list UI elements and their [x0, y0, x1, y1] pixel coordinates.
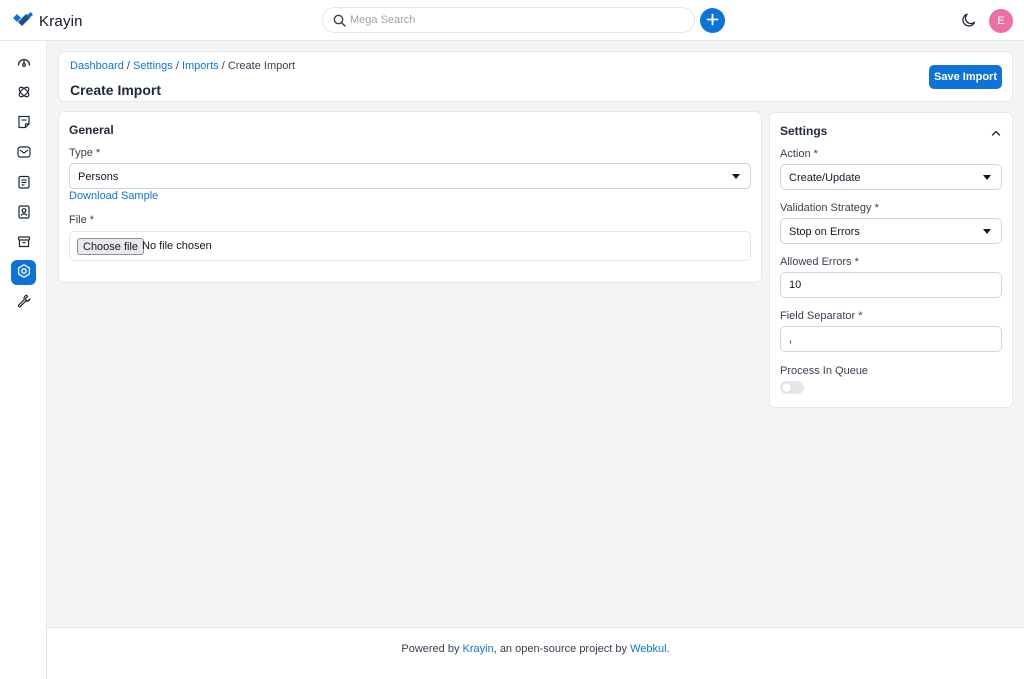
sidebar-item-settings[interactable]: [11, 260, 36, 285]
breadcrumb-settings[interactable]: Settings: [133, 60, 173, 72]
footer-middle: , an open-source project by: [493, 643, 628, 655]
file-input[interactable]: Choose file No file chosen: [69, 231, 751, 261]
footer-text: Powered by Krayin, an open-source projec…: [47, 643, 1024, 655]
type-select-value: Persons: [78, 171, 119, 183]
krayin-link[interactable]: Krayin: [463, 643, 494, 655]
chevron-down-icon: [732, 174, 740, 179]
allowed-errors-label: Allowed Errors *: [780, 256, 859, 268]
krayin-logo-icon: [12, 11, 34, 31]
settings-section-title: Settings: [780, 124, 828, 138]
page-header-card: Dashboard / Settings / Imports / Create …: [58, 51, 1013, 102]
validation-strategy-value: Stop on Errors: [789, 226, 860, 238]
wrench-icon: [16, 293, 32, 312]
contacts-icon: [16, 204, 32, 223]
sidebar-item-leads[interactable]: [11, 81, 36, 106]
sidebar-item-products[interactable]: [11, 231, 36, 256]
file-status-text: No file chosen: [142, 240, 212, 252]
footer-suffix: .: [666, 643, 670, 655]
quick-create-button[interactable]: [700, 8, 725, 33]
type-select[interactable]: Persons: [69, 163, 751, 189]
breadcrumb-dashboard[interactable]: Dashboard: [70, 60, 124, 72]
search-input[interactable]: [350, 11, 680, 29]
breadcrumb: Dashboard / Settings / Imports / Create …: [70, 60, 295, 72]
breadcrumb-separator: /: [126, 60, 130, 72]
sidebar: [0, 41, 47, 679]
breadcrumb-imports[interactable]: Imports: [182, 60, 219, 72]
quotes-icon: [16, 114, 32, 133]
action-select-value: Create/Update: [789, 172, 861, 184]
download-sample-link[interactable]: Download Sample: [69, 190, 158, 202]
dark-mode-toggle-icon[interactable]: [961, 12, 977, 31]
general-card: General Type * Persons Download Sample F…: [58, 111, 762, 283]
mail-icon: [16, 144, 32, 163]
allowed-errors-input[interactable]: [780, 272, 1002, 298]
plus-icon: [706, 13, 719, 29]
sidebar-item-dashboard[interactable]: [11, 51, 36, 76]
settings-icon: [16, 263, 32, 282]
settings-card: Settings Action * Create/Update Validati…: [769, 112, 1013, 408]
breadcrumb-separator: /: [175, 60, 179, 72]
search-icon: [333, 14, 346, 30]
save-import-button[interactable]: Save Import: [929, 65, 1002, 89]
breadcrumb-current: Create Import: [227, 60, 296, 72]
sidebar-item-activities[interactable]: [11, 171, 36, 196]
sidebar-item-configuration[interactable]: [11, 290, 36, 315]
krayin-logo[interactable]: Krayin: [12, 10, 83, 32]
mega-search[interactable]: [322, 7, 695, 33]
general-section-title: General: [69, 123, 114, 137]
page-title: Create Import: [70, 82, 162, 98]
leads-icon: [16, 84, 32, 103]
choose-file-button[interactable]: Choose file: [77, 238, 145, 255]
toggle-knob: [782, 383, 791, 392]
chevron-up-icon[interactable]: [991, 126, 1001, 140]
field-separator-input[interactable]: [780, 326, 1002, 352]
breadcrumb-separator: /: [221, 60, 225, 72]
dashboard-icon: [16, 54, 32, 73]
action-select[interactable]: Create/Update: [780, 164, 1002, 190]
activities-icon: [16, 174, 32, 193]
chevron-down-icon: [983, 229, 991, 234]
action-label: Action *: [780, 148, 818, 160]
top-bar: Krayin E: [0, 0, 1024, 41]
process-in-queue-toggle[interactable]: [780, 381, 804, 394]
validation-strategy-select[interactable]: Stop on Errors: [780, 218, 1002, 244]
products-icon: [16, 234, 32, 253]
field-separator-label: Field Separator *: [780, 310, 863, 322]
chevron-down-icon: [983, 175, 991, 180]
sidebar-item-contacts[interactable]: [11, 201, 36, 226]
sidebar-item-quotes[interactable]: [11, 111, 36, 136]
validation-strategy-label: Validation Strategy *: [780, 202, 879, 214]
type-label: Type *: [69, 147, 101, 159]
app-name: Krayin: [39, 12, 83, 30]
footer-prefix: Powered by: [401, 643, 460, 655]
sidebar-item-mail[interactable]: [11, 141, 36, 166]
file-label: File *: [69, 214, 95, 226]
webkul-link[interactable]: Webkul: [630, 643, 666, 655]
user-avatar[interactable]: E: [989, 9, 1013, 33]
process-in-queue-label: Process In Queue: [780, 365, 869, 377]
footer: Powered by Krayin, an open-source projec…: [47, 627, 1024, 679]
